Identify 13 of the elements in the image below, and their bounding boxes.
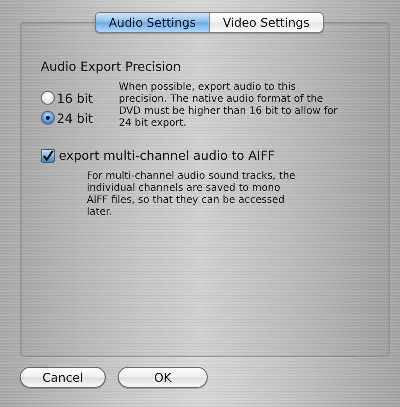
radio-label: 24 bit: [57, 110, 94, 126]
cancel-button[interactable]: Cancel: [20, 367, 106, 388]
radio-label: 16 bit: [57, 90, 94, 106]
tab[interactable]: Audio Settings: [96, 13, 210, 32]
checkbox[interactable]: [41, 148, 55, 162]
radio-button[interactable]: [41, 111, 55, 125]
section-heading: Audio Export Precision: [41, 59, 182, 74]
description-text: When possible, export audio to this precision. The native audio format of the DVD must be higher than 16 bit to allow for 24 bit export.: [119, 82, 339, 130]
ok-button[interactable]: OK: [118, 367, 208, 388]
description-text: For multi-channel audio sound tracks, the individual channels are saved to mono AIFF files, so that they can be accessed later.: [87, 171, 297, 219]
radio-button[interactable]: [41, 91, 55, 105]
tab[interactable]: Video Settings: [209, 13, 323, 32]
checkbox-label: export multi-channel audio to AIFF: [59, 148, 276, 163]
